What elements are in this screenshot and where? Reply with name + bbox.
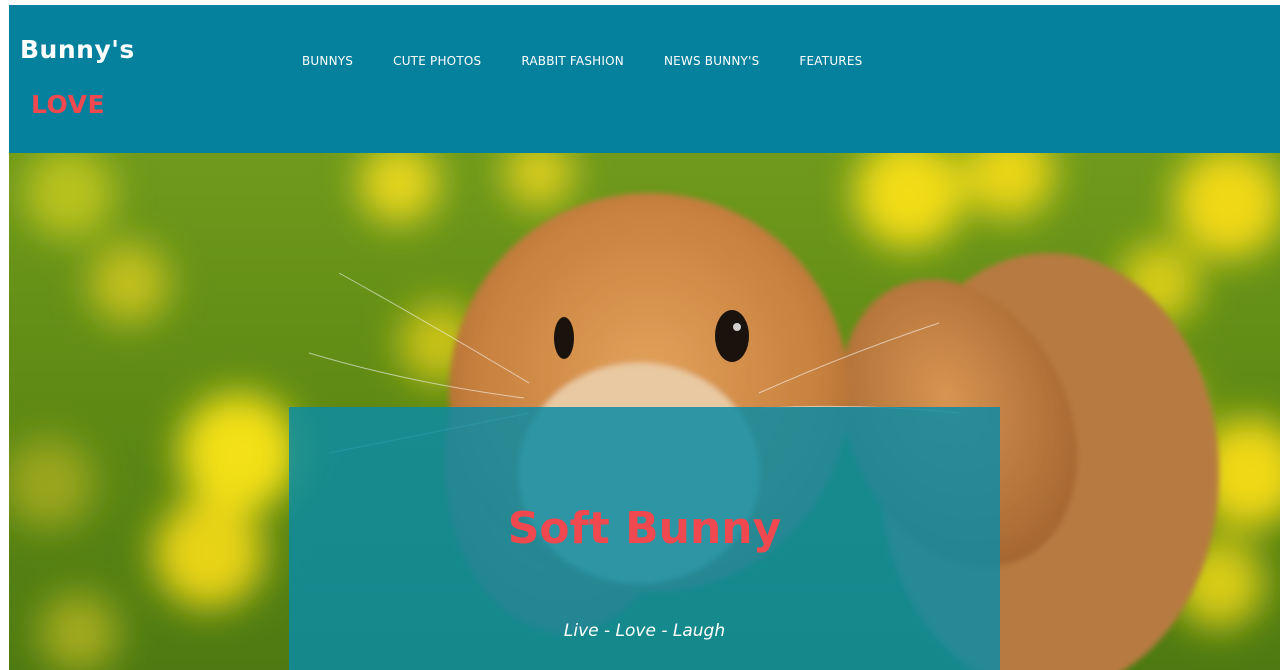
nav-link-cute-photos[interactable]: CUTE PHOTOS — [393, 54, 481, 68]
logo-text-top[interactable]: Bunny's — [20, 35, 135, 64]
logo-text-bottom[interactable]: LOVE — [31, 90, 105, 119]
hero-title: Soft Bunny — [507, 503, 782, 554]
nav-link-features[interactable]: FEATURES — [799, 54, 862, 68]
site-header: Bunny's LOVE BUNNYS CUTE PHOTOS RABBIT F… — [9, 5, 1280, 153]
hero-banner: Soft Bunny Live - Love - Laugh — [9, 153, 1280, 670]
hero-caption-box: Soft Bunny Live - Love - Laugh — [289, 407, 1000, 670]
nav-link-rabbit-fashion[interactable]: RABBIT FASHION — [521, 54, 624, 68]
nav-link-bunnys[interactable]: BUNNYS — [302, 54, 353, 68]
page-frame: Bunny's LOVE BUNNYS CUTE PHOTOS RABBIT F… — [9, 5, 1280, 670]
main-nav: BUNNYS CUTE PHOTOS RABBIT FASHION NEWS B… — [302, 54, 862, 68]
nav-link-news-bunnys[interactable]: NEWS BUNNY'S — [664, 54, 759, 68]
hero-subtitle: Live - Love - Laugh — [563, 621, 726, 641]
